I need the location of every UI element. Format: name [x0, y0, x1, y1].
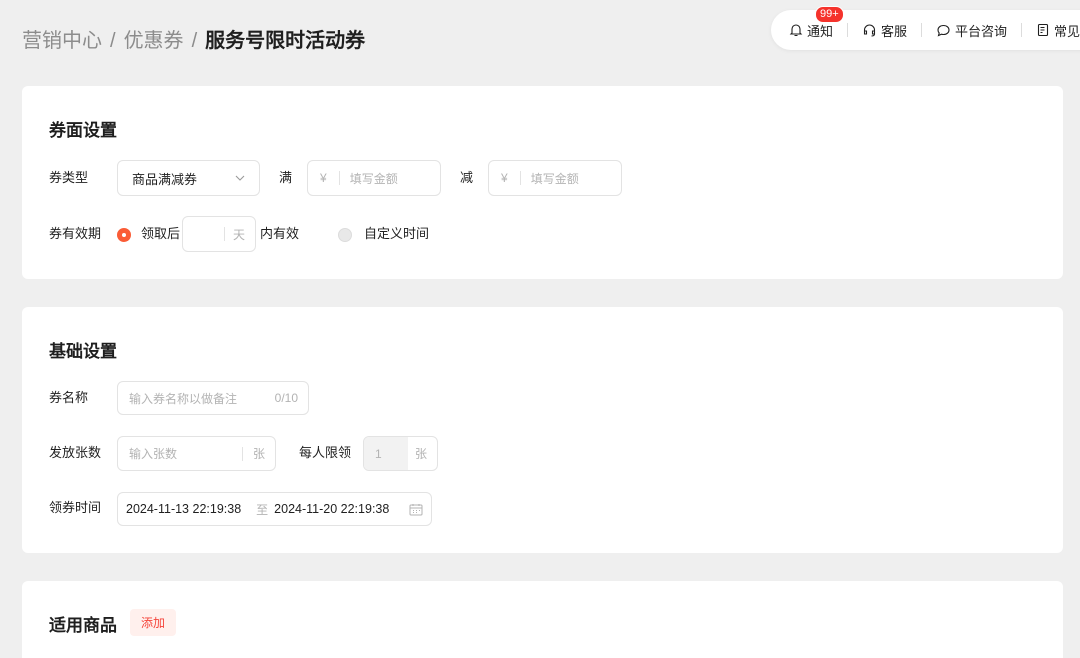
top-toolbar: 通知 99+ 客服 平台咨询 常见问: [771, 5, 1080, 50]
coupon-type-label: 券类型: [49, 170, 89, 185]
per-user-limit-label: 每人限领: [299, 445, 352, 460]
radio-after-claim[interactable]: [117, 228, 131, 242]
coupon-name-input[interactable]: 输入券名称以做备注 0/10: [117, 381, 309, 415]
toolbar-divider: [1021, 23, 1023, 37]
platform-consult-button[interactable]: 平台咨询: [936, 21, 1007, 40]
reduce-currency: ¥: [501, 171, 508, 185]
issue-count-label: 发放张数: [49, 445, 102, 460]
customer-service-button[interactable]: 客服: [862, 21, 907, 40]
issue-count-input[interactable]: 输入张数 张: [117, 436, 276, 471]
notification-badge: 99+: [815, 5, 844, 23]
reduce-amount-placeholder: 填写金额: [530, 171, 579, 186]
page-title: 服务号限时活动券: [205, 30, 366, 52]
headset-icon: [863, 24, 876, 37]
coupon-name-placeholder: 输入券名称以做备注: [129, 391, 238, 406]
breadcrumb: 营销中心 / 优惠券 / 服务号限时活动券: [22, 27, 365, 55]
toolbar-divider: [921, 23, 923, 37]
breadcrumb-separator: /: [191, 30, 198, 52]
full-amount-input[interactable]: ¥ 填写金额: [307, 160, 441, 196]
full-label: 满: [279, 170, 293, 185]
reduce-amount-input[interactable]: ¥ 填写金额: [488, 160, 622, 196]
full-currency: ¥: [320, 171, 327, 185]
coupon-name-counter: 0/10: [274, 391, 298, 405]
toolbar-divider: [847, 23, 849, 37]
coupon-settings-card: 券面设置 券类型 商品满减券 满 ¥ 填写金额 减 ¥ 填写金额 券有效期 领取…: [22, 86, 1063, 279]
chevron-down-icon: [235, 175, 245, 181]
platform-consult-label: 平台咨询: [955, 23, 1008, 39]
chat-bubble-icon: [937, 24, 950, 36]
days-unit: 天: [232, 227, 245, 242]
notification-button[interactable]: 通知 99+: [789, 5, 844, 40]
breadcrumb-coupons[interactable]: 优惠券: [124, 27, 184, 55]
applicable-products-title: 适用商品: [49, 616, 117, 635]
coupon-settings-title: 券面设置: [49, 121, 117, 140]
input-divider: [241, 446, 243, 461]
breadcrumb-separator: /: [110, 30, 116, 52]
per-user-limit-value: 1: [375, 446, 382, 461]
input-divider: [338, 171, 340, 185]
per-user-limit-input[interactable]: 1 张: [363, 436, 438, 471]
document-icon: [1037, 23, 1049, 37]
calendar-icon: [409, 503, 423, 515]
basic-settings-card: 基础设置 券名称 输入券名称以做备注 0/10 发放张数 输入张数 张 每人限领…: [22, 307, 1063, 553]
radio-custom-time[interactable]: [338, 228, 352, 242]
bell-icon: [789, 24, 803, 37]
full-amount-placeholder: 填写金额: [349, 171, 398, 186]
notification-label: 通知: [807, 23, 834, 39]
coupon-type-value: 商品满减券: [132, 171, 198, 187]
breadcrumb-marketing-center[interactable]: 营销中心: [22, 27, 102, 55]
basic-settings-title: 基础设置: [49, 342, 117, 361]
input-divider: [223, 227, 225, 241]
days-input[interactable]: 天: [182, 216, 256, 252]
add-product-button[interactable]: 添加: [130, 609, 176, 636]
issue-count-unit: 张: [252, 447, 265, 461]
after-claim-label: 领取后: [141, 226, 181, 241]
custom-time-label: 自定义时间: [364, 226, 430, 241]
faq-label: 常见问: [1054, 23, 1080, 39]
input-divider: [519, 171, 521, 185]
claim-time-separator: 至: [256, 502, 269, 517]
coupon-name-label: 券名称: [49, 390, 89, 405]
per-user-limit-unit: 张: [414, 447, 427, 461]
faq-button[interactable]: 常见问: [1036, 21, 1080, 40]
claim-time-start[interactable]: 2024-11-13 22:19:38: [126, 502, 241, 516]
claim-time-label: 领券时间: [49, 500, 102, 515]
per-user-limit-value-area: 1: [364, 437, 408, 470]
issue-count-placeholder: 输入张数: [129, 447, 178, 461]
reduce-label: 减: [460, 170, 474, 185]
coupon-type-select[interactable]: 商品满减券: [117, 160, 260, 196]
within-label: 内有效: [260, 226, 300, 241]
claim-time-end[interactable]: 2024-11-20 22:19:38: [274, 502, 409, 516]
customer-service-label: 客服: [881, 23, 908, 39]
applicable-products-card: 适用商品 添加: [22, 581, 1063, 658]
validity-label: 券有效期: [49, 226, 102, 241]
claim-time-range-picker[interactable]: 2024-11-13 22:19:38 至 2024-11-20 22:19:3…: [117, 492, 432, 526]
